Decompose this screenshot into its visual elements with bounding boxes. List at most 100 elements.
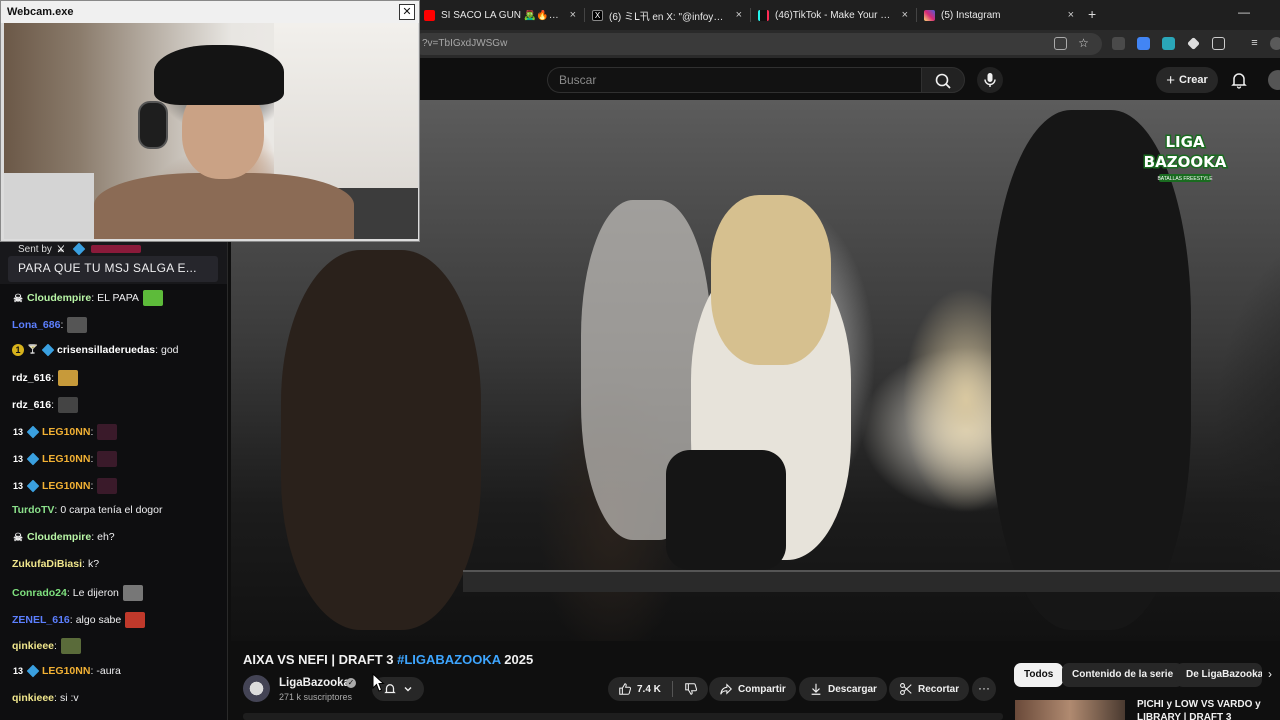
chat-emote-icon [97, 450, 118, 467]
create-button[interactable]: + Crear [1156, 67, 1218, 93]
chat-username[interactable]: Lona_686 [12, 319, 60, 331]
chat-colon: : [66, 586, 70, 599]
tab-close-icon[interactable]: × [902, 9, 908, 21]
tab-label: (46)TikTok - Make Your Day [775, 9, 891, 21]
chat-username[interactable]: qinkieee [12, 692, 54, 704]
recommended-video-thumbnail[interactable] [1015, 700, 1125, 720]
tab-label: (6) ミᒪ卂 en X: "@infoyugansito [609, 11, 725, 23]
plus-icon: + [1166, 71, 1175, 89]
channel-avatar[interactable] [243, 675, 270, 702]
chat-message: qinkieee: si :v [12, 692, 79, 704]
more-actions-icon[interactable]: ··· [972, 677, 996, 701]
chat-username[interactable]: LEG10NN [42, 426, 90, 438]
chat-message: TurdoTV:0 carpa tenía el dogor [12, 504, 162, 516]
like-button[interactable]: 7.4 K [618, 682, 661, 696]
browser-tab-youtube[interactable]: SI SACO LA GUN 🧟‍♂️🔥 #parati × [424, 3, 576, 27]
svg-text:BAZOOKA: BAZOOKA [1144, 153, 1227, 171]
chat-colon: : [54, 640, 57, 653]
chat-text: EL PAPA [97, 292, 139, 304]
scissors-icon [900, 683, 912, 695]
extension-icon[interactable] [1187, 37, 1200, 50]
chat-username[interactable]: rdz_616 [12, 372, 51, 384]
chat-message: ZENEL_616: algo sabe [12, 611, 146, 628]
chat-username[interactable]: LEG10NN [42, 665, 90, 677]
address-bar[interactable]: ?v=TbIGxdJWSGw [412, 33, 1102, 55]
reading-list-icon[interactable]: ≡ [1248, 37, 1261, 50]
chip-from-channel[interactable]: De LigaBazooka [1176, 663, 1262, 687]
share-button[interactable]: Compartir [709, 677, 796, 701]
minimize-icon[interactable]: — [1238, 5, 1250, 19]
chat-text: god [160, 343, 179, 356]
chat-username[interactable]: ZENEL_616 [12, 614, 70, 626]
translate-extension-icon[interactable] [1137, 37, 1150, 50]
chat-message: rdz_616: [12, 370, 79, 387]
recommended-video-title[interactable]: PICHI y LOW VS VARDO y LIBRARY | DRAFT 3 [1137, 698, 1261, 720]
chat-emote-icon [125, 611, 146, 628]
voice-search-button[interactable] [977, 67, 1003, 93]
screen: SI SACO LA GUN 🧟‍♂️🔥 #parati × X (6) ミᒪ卂… [0, 0, 1280, 720]
chat-username[interactable]: qinkieee [12, 640, 54, 652]
profile-icon[interactable] [1270, 37, 1280, 50]
clip-button[interactable]: Recortar [889, 677, 970, 701]
like-count: 7.4 K [637, 683, 661, 695]
chat-username[interactable]: ZukufaDiBiasi [12, 558, 82, 570]
chat-username[interactable]: Cloudempire [27, 292, 91, 304]
account-avatar[interactable] [1268, 70, 1280, 90]
extension-icon[interactable] [1162, 37, 1175, 50]
download-label: Descargar [828, 683, 877, 695]
chat-text: -aura [96, 665, 121, 678]
extensions-puzzle-icon[interactable] [1212, 37, 1225, 50]
chat-text: k? [87, 558, 100, 570]
chat-colon: : [51, 372, 55, 385]
tab-divider [916, 8, 917, 22]
install-app-icon[interactable] [1054, 37, 1067, 50]
download-button[interactable]: Descargar [799, 677, 887, 701]
chat-message: qinkieee: [12, 638, 81, 655]
bookmark-star-icon[interactable]: ☆ [1077, 37, 1090, 50]
chip-series-content[interactable]: Contenido de la serie [1062, 663, 1184, 687]
streamer-cap [154, 45, 284, 105]
thumbs-down-icon[interactable] [684, 682, 698, 696]
tab-close-icon[interactable]: × [736, 9, 742, 21]
chip-todos[interactable]: Todos [1014, 663, 1064, 687]
svg-text:BATALLAS FREESTYLE: BATALLAS FREESTYLE [1157, 176, 1213, 182]
new-tab-icon[interactable]: + [1088, 6, 1096, 22]
chat-username[interactable]: TurdoTV [12, 504, 54, 516]
thumbs-up-icon [619, 683, 632, 695]
channel-name[interactable]: LigaBazooka [279, 677, 350, 689]
search-input[interactable] [547, 67, 921, 93]
chat-message: 13 LEG10NN: [12, 424, 118, 440]
chevron-right-icon[interactable]: › [1268, 667, 1272, 681]
chat-username[interactable]: Conrado24 [12, 587, 67, 599]
chat-colon: : [91, 292, 95, 304]
chat-emote-icon [58, 397, 79, 414]
chat-colon: : [60, 318, 64, 331]
browser-tab-instagram[interactable]: (5) Instagram × [924, 3, 1074, 27]
extension-icon[interactable] [1112, 37, 1125, 50]
tab-close-icon[interactable]: × [570, 9, 576, 21]
chat-colon: : [90, 665, 94, 678]
pinned-message-text: PARA QUE TU MSJ SALGA E... [8, 256, 218, 282]
tab-close-icon[interactable]: × [1068, 9, 1074, 21]
title-hashtag-link[interactable]: #LIGABAZOOKA [397, 652, 501, 667]
notifications-button[interactable] [1229, 70, 1249, 90]
close-icon[interactable]: ✕ [399, 4, 415, 20]
search-button[interactable] [921, 67, 965, 93]
chat-username[interactable]: Cloudempire [27, 531, 91, 543]
browser-tab-tiktok[interactable]: (46)TikTok - Make Your Day × [758, 3, 908, 27]
verified-badge-icon: ✓ [346, 678, 356, 688]
youtube-favicon-icon [424, 9, 435, 21]
cam-background-bed [4, 173, 94, 239]
video-title: AIXA VS NEFI | DRAFT 3 #LIGABAZOOKA 2025 [243, 652, 533, 667]
chat-message: rdz_616: [12, 397, 79, 414]
mouse-cursor-icon [372, 673, 385, 692]
chat-username[interactable]: rdz_616 [12, 399, 51, 411]
skull-badge-icon: ☠ [13, 531, 23, 544]
video-person [281, 250, 481, 630]
chat-username[interactable]: crisensilladeruedas [57, 344, 155, 356]
chat-username[interactable]: LEG10NN [42, 453, 90, 465]
browser-tab-x[interactable]: X (6) ミᒪ卂 en X: "@infoyugansito × [592, 3, 742, 27]
chat-colon: : [90, 479, 94, 492]
chat-emote-icon [58, 370, 79, 387]
chat-username[interactable]: LEG10NN [42, 480, 90, 492]
